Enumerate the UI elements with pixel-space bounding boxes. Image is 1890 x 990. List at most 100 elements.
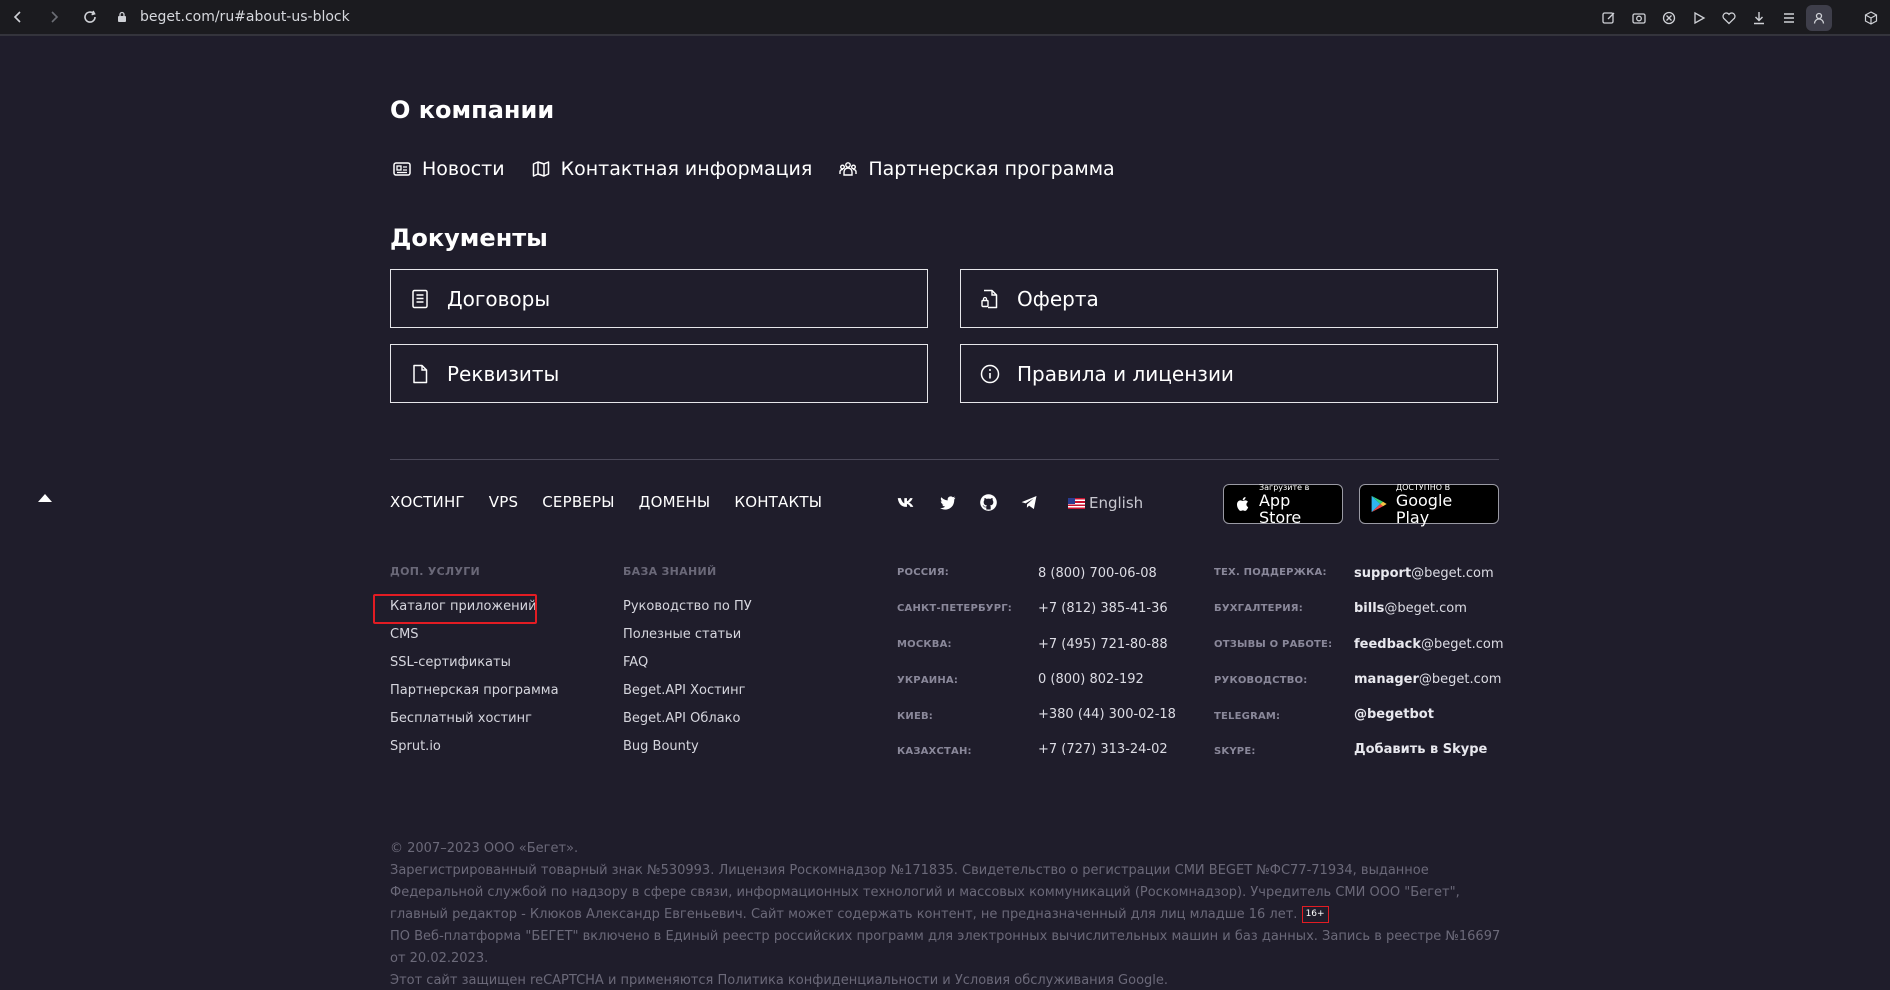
knowledge-link-bug-bounty[interactable]: Bug Bounty (623, 739, 699, 754)
service-link-sprut[interactable]: Sprut.io (390, 739, 441, 754)
phone-ukraine[interactable]: 0 (800) 802-192 (1038, 672, 1144, 687)
address-bar[interactable]: beget.com/ru#about-us-block (116, 0, 350, 35)
favorites-button[interactable] (1716, 5, 1742, 31)
highlight-box (373, 594, 537, 624)
contacts-label: Контактная информация (560, 158, 813, 180)
nav-contacts[interactable]: КОНТАКТЫ (734, 493, 822, 511)
social-links (896, 492, 1040, 513)
services-heading: ДОП. УСЛУГИ (390, 565, 481, 578)
google-play-icon (1371, 495, 1387, 513)
google-play-button[interactable]: ДОСТУПНО В Google Play (1359, 483, 1499, 527)
vk-icon[interactable] (896, 492, 917, 513)
support-email-tech-user: support (1354, 566, 1412, 581)
news-icon (393, 162, 411, 176)
url-text[interactable]: beget.com/ru#about-us-block (140, 9, 350, 25)
browser-tools (1596, 0, 1890, 36)
telegram-icon[interactable] (1019, 492, 1040, 513)
knowledge-link-guide[interactable]: Руководство по ПУ (623, 599, 752, 614)
chevron-right-icon (51, 11, 59, 23)
phone-kazakhstan[interactable]: +7 (727) 313-24-02 (1038, 742, 1168, 757)
phone-label-ukraine: УКРАИНА: (897, 675, 959, 686)
service-link-ssl[interactable]: SSL-сертификаты (390, 655, 511, 670)
github-icon[interactable] (978, 492, 999, 513)
documents-title: Документы (390, 224, 548, 252)
partners-link[interactable]: Партнерская программа (838, 158, 1115, 180)
support-email-manager-domain: @beget.com (1418, 672, 1502, 687)
support-email-manager[interactable]: manager@beget.com (1354, 672, 1501, 687)
camera-icon (1632, 13, 1646, 24)
reload-button[interactable] (72, 0, 108, 35)
footer-nav: ХОСТИНГ VPS СЕРВЕРЫ ДОМЕНЫ КОНТАКТЫ (390, 493, 822, 511)
info-icon (980, 364, 1000, 383)
knowledge-heading: БАЗА ЗНАНИЙ (623, 565, 717, 578)
phone-label-kazakhstan: КАЗАХСТАН: (897, 746, 972, 757)
offer-card[interactable]: Оферта (960, 269, 1498, 328)
contracts-card[interactable]: Договоры (390, 269, 928, 328)
rules-card[interactable]: Правила и лицензии (960, 344, 1498, 403)
nav-vps[interactable]: VPS (489, 493, 518, 511)
scroll-top-icon[interactable] (38, 494, 52, 502)
language-label: English (1089, 494, 1144, 512)
lock-icon (116, 8, 128, 27)
knowledge-link-api-hosting[interactable]: Beget.API Хостинг (623, 683, 745, 698)
support-email-tech[interactable]: support@beget.com (1354, 566, 1494, 581)
news-link[interactable]: Новости (392, 158, 505, 180)
back-button[interactable] (0, 0, 36, 35)
nav-servers[interactable]: СЕРВЕРЫ (542, 493, 614, 511)
nav-domains[interactable]: ДОМЕНЫ (639, 493, 711, 511)
support-email-bills-user: bills (1354, 601, 1385, 616)
extensions-button[interactable] (1858, 5, 1884, 31)
support-telegram[interactable]: @begetbot (1354, 707, 1434, 722)
support-email-feedback[interactable]: feedback@beget.com (1354, 637, 1504, 652)
downloads-button[interactable] (1746, 5, 1772, 31)
support-label-bills: БУХГАЛТЕРИЯ: (1214, 603, 1303, 614)
phone-russia[interactable]: 8 (800) 700-06-08 (1038, 566, 1157, 581)
service-link-partners[interactable]: Партнерская программа (390, 683, 559, 698)
support-label-feedback: ОТЗЫВЫ О РАБОТЕ: (1214, 639, 1333, 650)
profile-button[interactable] (1806, 5, 1832, 31)
partners-label: Партнерская программа (868, 158, 1115, 180)
edit-icon (1602, 12, 1615, 24)
support-telegram-handle: @begetbot (1354, 707, 1434, 722)
twitter-icon[interactable] (937, 492, 958, 513)
phone-kyiv[interactable]: +380 (44) 300-02-18 (1038, 707, 1176, 722)
knowledge-link-faq[interactable]: FAQ (623, 655, 648, 670)
nav-hosting[interactable]: ХОСТИНГ (390, 493, 465, 511)
service-link-cms[interactable]: CMS (390, 627, 419, 642)
about-links: Новости Контактная информация Партнерска… (392, 158, 1115, 180)
service-link-free-hosting[interactable]: Бесплатный хостинг (390, 711, 532, 726)
footer-divider (390, 459, 1499, 460)
phone-spb[interactable]: +7 (812) 385-41-36 (1038, 601, 1168, 616)
chevron-left-icon (13, 11, 21, 23)
screenshot-button[interactable] (1626, 5, 1652, 31)
support-label-telegram: TELEGRAM: (1214, 711, 1281, 722)
play-button[interactable] (1686, 5, 1712, 31)
language-switcher[interactable]: English (1068, 494, 1143, 512)
support-skype[interactable]: Добавить в Skype (1354, 742, 1487, 757)
forward-button[interactable] (36, 0, 72, 35)
map-icon (532, 161, 549, 177)
phone-moscow[interactable]: +7 (495) 721-80-88 (1038, 637, 1168, 652)
knowledge-link-api-cloud[interactable]: Beget.API Облако (623, 711, 740, 726)
menu-button[interactable] (1776, 5, 1802, 31)
download-icon (1754, 12, 1764, 25)
adblock-button[interactable] (1656, 5, 1682, 31)
contract-icon (412, 289, 428, 308)
legal-text: © 2007–2023 ООО «Бегет». Зарегистрирован… (390, 838, 1510, 990)
support-skype-link: Добавить в Skype (1354, 742, 1488, 757)
age-badge: 16+ (1301, 906, 1329, 923)
google-play-big: Google Play (1395, 490, 1453, 527)
app-store-button[interactable]: Загрузите в App Store (1223, 483, 1343, 526)
requisites-card[interactable]: Реквизиты (390, 344, 928, 403)
about-title: О компании (390, 96, 555, 124)
news-label: Новости (422, 158, 505, 180)
knowledge-link-articles[interactable]: Полезные статьи (623, 627, 741, 642)
contacts-link[interactable]: Контактная информация (531, 158, 813, 180)
edit-button[interactable] (1596, 5, 1622, 31)
legal-registration: Зарегистрированный товарный знак №530993… (390, 860, 1510, 926)
support-email-feedback-user: feedback (1354, 637, 1422, 652)
support-email-manager-user: manager (1354, 672, 1419, 687)
support-label-tech: ТЕХ. ПОДДЕРЖКА: (1214, 567, 1327, 578)
phone-label-kyiv: КИЕВ: (897, 711, 933, 722)
support-email-bills[interactable]: bills@beget.com (1354, 601, 1467, 616)
